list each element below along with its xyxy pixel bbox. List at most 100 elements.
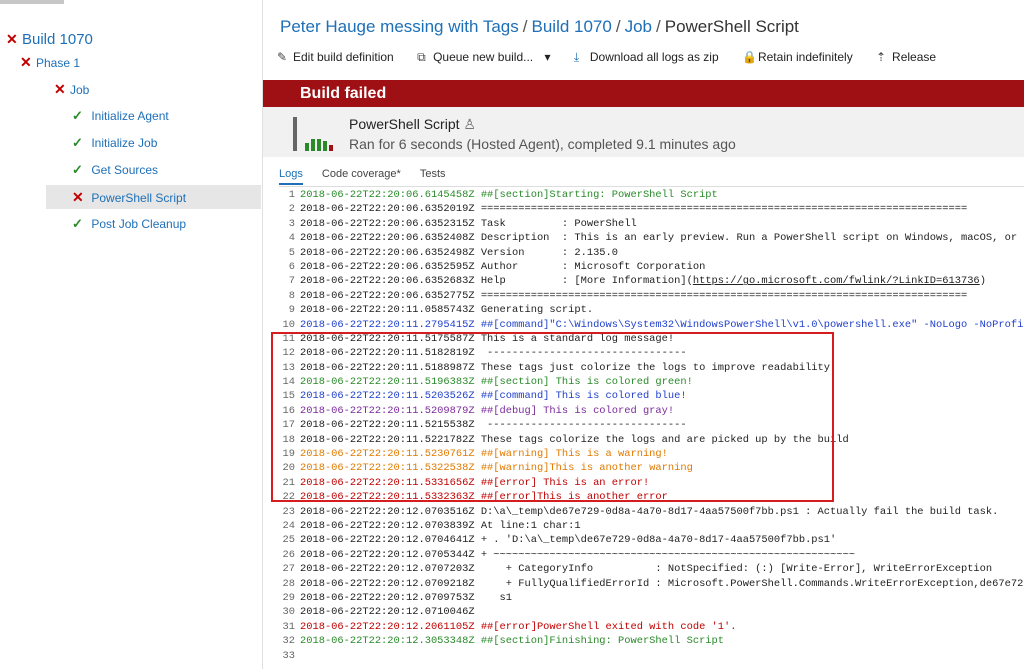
tree-item-label: Build 1070	[22, 31, 93, 48]
log-text: 2018-06-22T22:20:12.2061105Z ##[error]Po…	[300, 620, 737, 633]
line-number: 24	[282, 519, 295, 532]
tree-item-phase[interactable]: ✕ Phase 1	[20, 50, 80, 74]
tree-item-build[interactable]: ✕ Build 1070	[6, 27, 93, 51]
failed-icon: ✕	[72, 189, 84, 205]
breadcrumb-separator: /	[522, 17, 528, 36]
tree-item-initialize-agent[interactable]: ✓ Initialize Agent	[72, 104, 169, 128]
breadcrumb-job[interactable]: Job	[625, 17, 652, 36]
log-text: 2018-06-22T22:20:06.6352683Z Help : [Mor…	[300, 275, 693, 288]
tab-bar: Logs Code coverage* Tests	[279, 168, 462, 185]
breadcrumb-current: PowerShell Script	[664, 17, 799, 36]
release-icon: ⇡	[876, 50, 887, 64]
tree-item-label: PowerShell Script	[91, 191, 187, 205]
edit-build-definition-button[interactable]: ✎ Edit build definition	[277, 50, 394, 64]
tree-item-label: Post Job Cleanup	[91, 217, 187, 231]
tab-logs[interactable]: Logs	[279, 168, 303, 185]
log-text: 2018-06-22T22:20:12.0704641Z + . 'D:\a\_…	[300, 534, 837, 547]
log-line: 24 2018-06-22T22:20:12.0703839Z At line:1…	[279, 519, 1024, 533]
log-text: 2018-06-22T22:20:12.0709218Z + FullyQual…	[300, 577, 1024, 590]
line-number: 7	[288, 275, 295, 288]
log-text: 2018-06-22T22:20:06.6352775Z ===========…	[300, 289, 968, 302]
pencil-icon: ✎	[277, 50, 288, 64]
line-number: 31	[282, 620, 295, 633]
log-text: )	[979, 275, 986, 288]
log-line: 28 2018-06-22T22:20:12.0709218Z + FullyQu…	[279, 577, 1024, 591]
line-number: 29	[282, 591, 295, 604]
tree-item-get-sources[interactable]: ✓ Get Sources	[72, 158, 158, 182]
log-text: 2018-06-22T22:20:06.6145458Z ##[section]…	[300, 189, 718, 201]
spark-bar	[305, 143, 309, 151]
success-icon: ✓	[72, 108, 83, 123]
line-number: 10	[282, 318, 295, 331]
tree-item-post-job-cleanup[interactable]: ✓ Post Job Cleanup	[72, 212, 186, 236]
download-icon: ⤓	[573, 50, 580, 64]
spark-bar	[317, 139, 321, 151]
spark-bar	[329, 145, 333, 151]
log-line: 27 2018-06-22T22:20:12.0707203Z + Categor…	[279, 562, 1024, 576]
download-logs-button[interactable]: ⤓ Download all logs as zip	[574, 50, 719, 65]
log-text: 2018-06-22T22:20:06.6352315Z Task : Powe…	[300, 217, 637, 230]
log-line: 10 2018-06-22T22:20:11.2795415Z ##[comman…	[279, 318, 1024, 332]
line-number: 25	[282, 534, 295, 547]
line-number: 27	[282, 563, 295, 576]
line-number: 23	[282, 505, 295, 518]
retain-label: Retain indefinitely	[757, 50, 853, 64]
log-text: 2018-06-22T22:20:12.0707203Z + CategoryI…	[300, 563, 993, 576]
line-number: 5	[288, 246, 295, 259]
breadcrumb-build[interactable]: Build 1070	[532, 17, 612, 36]
task-title-text: PowerShell Script	[349, 116, 460, 132]
log-line: 33	[279, 649, 1024, 663]
lock-icon: 🔒	[741, 50, 757, 64]
log-line: 32 2018-06-22T22:20:12.3053348Z ##[sectio…	[279, 634, 1024, 648]
queue-new-build-button[interactable]: ⧉ Queue new build... ▾	[417, 50, 550, 65]
log-line: 2 2018-06-22T22:20:06.6352019Z ==========…	[279, 202, 1024, 216]
log-line: 26 2018-06-22T22:20:12.0705344Z + ~~~~~~~…	[279, 548, 1024, 562]
log-text: 2018-06-22T22:20:12.0703839Z At line:1 c…	[300, 519, 581, 532]
log-link[interactable]: https://go.microsoft.com/fwlink/?LinkID=…	[693, 275, 980, 287]
task-title: PowerShell Script ♙	[349, 116, 476, 133]
panel-tab-indicator	[0, 0, 64, 4]
tree-item-label: Phase 1	[36, 56, 81, 70]
log-line: 3 2018-06-22T22:20:06.6352315Z Task : Pow…	[279, 217, 1024, 231]
tree-item-job[interactable]: ✕ Job	[54, 77, 89, 101]
duration-sparkline	[281, 113, 341, 151]
line-number: 30	[282, 606, 295, 619]
release-button[interactable]: ⇡ Release	[876, 50, 936, 64]
log-text: 2018-06-22T22:20:11.0585743Z Generating …	[300, 304, 594, 317]
edit-label: Edit build definition	[293, 50, 394, 64]
line-number: 8	[288, 289, 295, 302]
line-number: 3	[288, 217, 295, 230]
log-text: 2018-06-22T22:20:12.3053348Z ##[section]…	[300, 635, 725, 648]
tab-tests[interactable]: Tests	[420, 168, 446, 183]
tree-item-initialize-job[interactable]: ✓ Initialize Job	[72, 131, 157, 155]
breadcrumb-separator: /	[656, 17, 661, 36]
breadcrumb-separator: /	[615, 17, 621, 36]
tree-item-powershell-script[interactable]: ✕ PowerShell Script	[46, 185, 261, 209]
log-text: 2018-06-22T22:20:12.0703516Z D:\a\_temp\…	[300, 505, 999, 518]
log-line: 29 2018-06-22T22:20:12.0709753Z s1	[279, 591, 1024, 605]
log-line: 6 2018-06-22T22:20:06.6352595Z Author : M…	[279, 260, 1024, 274]
tab-code-coverage[interactable]: Code coverage*	[322, 168, 401, 183]
log-line: 30 2018-06-22T22:20:12.0710046Z	[279, 605, 1024, 619]
log-line: 8 2018-06-22T22:20:06.6352775Z ==========…	[279, 289, 1024, 303]
tree-item-label: Initialize Agent	[91, 109, 169, 123]
breadcrumb: Peter Hauge messing with Tags / Build 1070…	[280, 17, 799, 37]
task-subtitle: Ran for 6 seconds (Hosted Agent), comple…	[349, 136, 736, 152]
download-label: Download all logs as zip	[589, 50, 719, 64]
log-text: 2018-06-22T22:20:06.6352498Z Version : 2…	[300, 246, 619, 259]
toolbar: ✎ Edit build definition ⧉ Queue new build.…	[277, 50, 956, 78]
line-number: 32	[282, 635, 295, 648]
line-number: 4	[288, 232, 295, 245]
line-number: 26	[282, 548, 295, 561]
log-line: 5 2018-06-22T22:20:06.6352498Z Version : …	[279, 246, 1024, 260]
spark-bar	[293, 117, 297, 151]
breadcrumb-project[interactable]: Peter Hauge messing with Tags	[280, 17, 519, 36]
retain-indefinitely-button[interactable]: 🔒Retain indefinitely	[742, 50, 853, 64]
log-text: 2018-06-22T22:20:12.0710046Z	[300, 606, 475, 619]
log-line: 31 2018-06-22T22:20:12.2061105Z ##[error]…	[279, 620, 1024, 634]
chevron-down-icon[interactable]: ▾	[545, 50, 551, 64]
tree-item-label: Job	[70, 83, 90, 97]
queue-icon: ⧉	[417, 50, 426, 64]
person-icon: ♙	[463, 116, 476, 132]
log-line: 23 2018-06-22T22:20:12.0703516Z D:\a\_tem…	[279, 505, 1024, 519]
